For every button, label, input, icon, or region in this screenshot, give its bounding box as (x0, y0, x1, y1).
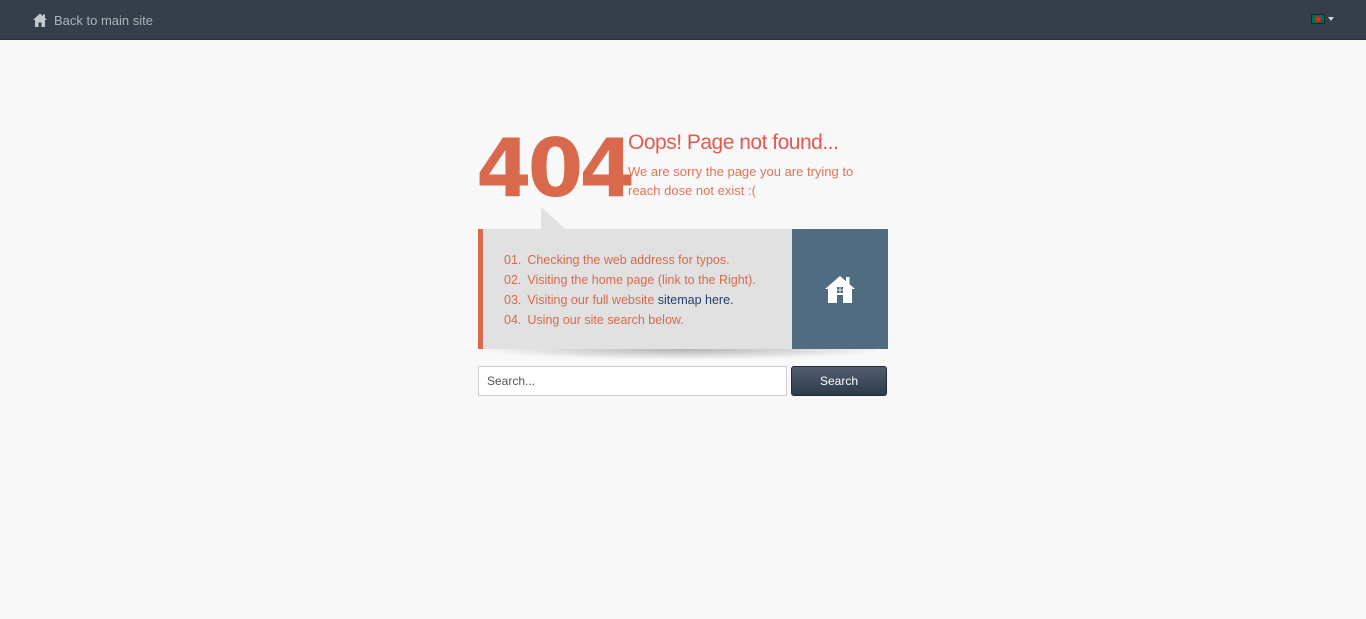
suggestions-list: 01. Checking the web address for typos. 0… (504, 250, 756, 330)
list-item-text: Visiting our full website (527, 293, 658, 307)
list-item-text: Visiting the home page (link to the Righ… (527, 273, 756, 287)
list-item-number: 02. (504, 273, 522, 287)
search-input[interactable] (478, 366, 787, 396)
language-selector[interactable] (1311, 13, 1334, 25)
list-item-number: 03. (504, 293, 522, 307)
sitemap-link[interactable]: sitemap here. (658, 293, 734, 307)
error-code: 404 (476, 122, 635, 215)
back-to-main-site-link[interactable]: Back to main site (32, 11, 153, 29)
chevron-down-icon (1328, 17, 1334, 21)
list-item-text: Checking the web address for typos. (527, 253, 730, 267)
list-item-text: Using our site search below. (527, 313, 684, 327)
panel-shadow (488, 349, 878, 359)
error-message: We are sorry the page you are trying to … (628, 164, 854, 198)
home-icon (825, 276, 855, 303)
list-item: 03. Visiting our full website sitemap her… (504, 290, 756, 310)
error-title: Oops! Page not found... (628, 131, 839, 154)
list-item: 04. Using our site search below. (504, 310, 756, 330)
top-navbar: Back to main site (0, 0, 1366, 40)
list-item: 02. Visiting the home page (link to the R… (504, 270, 756, 290)
suggestions-panel: 01. Checking the web address for typos. 0… (478, 229, 792, 349)
back-link-label: Back to main site (54, 12, 153, 28)
bangladesh-flag-icon (1311, 14, 1325, 24)
home-icon (32, 12, 48, 28)
list-item-number: 01. (504, 253, 522, 267)
list-item-number: 04. (504, 313, 522, 327)
speech-pointer (541, 207, 565, 229)
search-button[interactable]: Search (791, 366, 887, 396)
list-item: 01. Checking the web address for typos. (504, 250, 756, 270)
home-page-tile-button[interactable] (792, 229, 888, 349)
